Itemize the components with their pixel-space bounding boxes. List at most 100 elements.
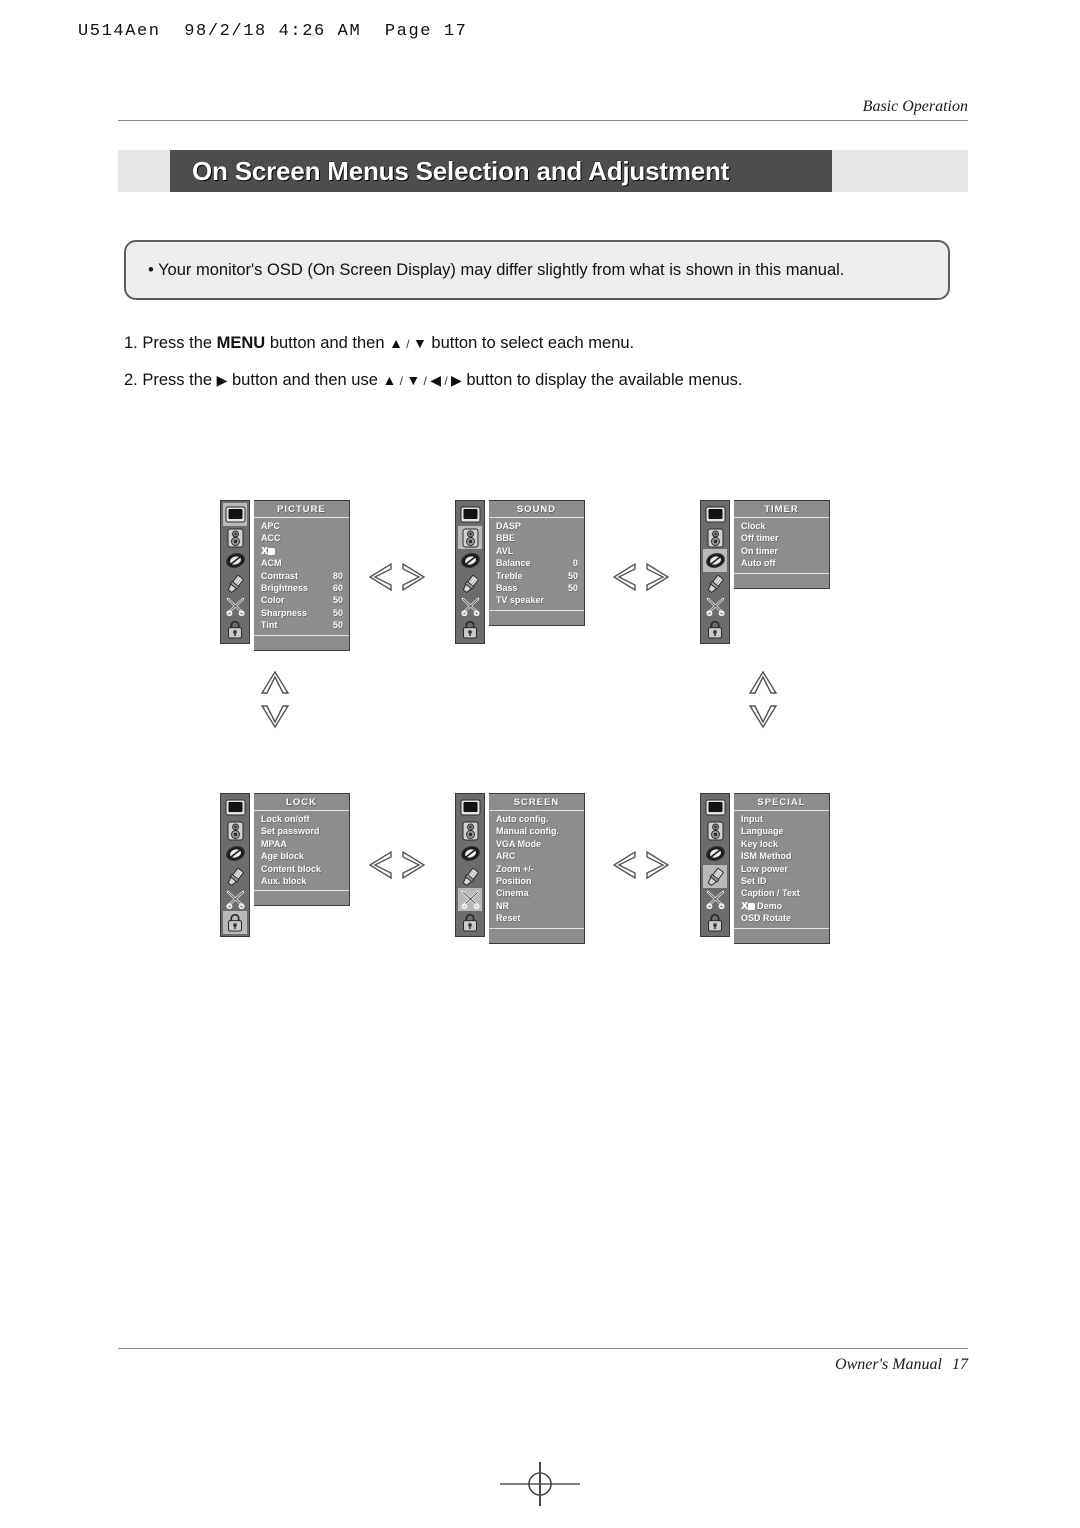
osd-brush-icon[interactable]	[703, 865, 727, 888]
osd-clock-icon[interactable]	[223, 842, 247, 865]
osd-scissors-icon[interactable]	[223, 888, 247, 911]
osd-panel-footer	[489, 609, 584, 625]
osd-menu-item[interactable]: Manual config.	[489, 826, 584, 838]
osd-item-label: Manual config.	[496, 826, 559, 837]
osd-menu-item[interactable]: Caption / Text	[734, 888, 829, 900]
osd-speaker-icon[interactable]	[223, 819, 247, 842]
osd-menu-item[interactable]: TV speaker	[489, 595, 584, 607]
osd-scissors-icon[interactable]	[458, 595, 482, 618]
osd-menu-item[interactable]: Clock	[734, 521, 829, 533]
osd-scissors-icon[interactable]	[703, 595, 727, 618]
osd-menu-screen[interactable]: SCREEN Auto config. Manual config. VGA Mode…	[455, 793, 585, 944]
osd-menu-special[interactable]: SPECIAL Input Language Key lock ISM Method Lo…	[700, 793, 830, 944]
osd-menu-item[interactable]: Low power	[734, 864, 829, 876]
osd-menu-item[interactable]: Cinema	[489, 888, 584, 900]
osd-monitor-icon[interactable]	[223, 503, 247, 526]
osd-menu-item[interactable]: BBE	[489, 533, 584, 545]
osd-item-label: Content block	[261, 863, 321, 874]
osd-menu-picture[interactable]: PICTURE APC ACC X ACM Contrast 80 Brightness 60 C…	[220, 500, 350, 651]
osd-monitor-icon[interactable]	[223, 796, 247, 819]
osd-menu-item[interactable]: Contrast 80	[254, 571, 349, 583]
osd-monitor-icon[interactable]	[703, 503, 727, 526]
osd-menu-item[interactable]: Language	[734, 826, 829, 838]
osd-monitor-icon[interactable]	[703, 796, 727, 819]
osd-menu-item[interactable]: Reset	[489, 913, 584, 925]
osd-menu-item[interactable]: NR	[489, 901, 584, 913]
osd-brush-icon[interactable]	[223, 865, 247, 888]
osd-panel-title: LOCK	[254, 794, 349, 811]
osd-monitor-icon[interactable]	[458, 796, 482, 819]
osd-menu-item[interactable]: Aux. block	[254, 876, 349, 888]
osd-scissors-icon[interactable]	[223, 595, 247, 618]
osd-menu-timer[interactable]: TIMER Clock Off timer On timer Auto off	[700, 500, 830, 644]
osd-menu-item[interactable]: ACC	[254, 533, 349, 545]
osd-padlock-icon[interactable]	[223, 911, 247, 934]
osd-menu-item[interactable]: Balance 0	[489, 558, 584, 570]
osd-clock-icon[interactable]	[703, 842, 727, 865]
osd-menu-item[interactable]: VGA Mode	[489, 839, 584, 851]
osd-item-label: Auto config.	[496, 814, 549, 824]
osd-menu-item[interactable]: Key lock	[734, 839, 829, 851]
osd-menu-item[interactable]: X	[254, 546, 349, 558]
osd-padlock-icon[interactable]	[703, 911, 727, 934]
osd-menu-item[interactable]: On timer	[734, 546, 829, 558]
osd-menu-item[interactable]: Off timer	[734, 533, 829, 545]
osd-speaker-icon[interactable]	[703, 526, 727, 549]
running-head: Basic Operation	[862, 98, 968, 115]
osd-menu-item[interactable]: Input	[734, 814, 829, 826]
osd-menu-item[interactable]: ACM	[254, 558, 349, 570]
osd-menu-item[interactable]: ISM Method	[734, 851, 829, 863]
osd-clock-icon[interactable]	[458, 842, 482, 865]
osd-menu-item[interactable]: OSD Rotate	[734, 913, 829, 925]
osd-menu-item[interactable]: Bass 50	[489, 583, 584, 595]
osd-menu-item[interactable]: MPAA	[254, 839, 349, 851]
osd-item-label: Aux. block	[261, 875, 307, 886]
osd-brush-icon[interactable]	[458, 865, 482, 888]
osd-item-value: 50	[332, 620, 343, 631]
osd-speaker-icon[interactable]	[703, 819, 727, 842]
osd-menu-item[interactable]: X Demo	[734, 901, 829, 913]
registration-mark	[500, 1462, 580, 1506]
osd-menu-item[interactable]: Tint 50	[254, 620, 349, 632]
osd-menu-item[interactable]: Color 50	[254, 595, 349, 607]
osd-menu-item[interactable]: Brightness 60	[254, 583, 349, 595]
osd-menu-item[interactable]: Set ID	[734, 876, 829, 888]
osd-brush-icon[interactable]	[223, 572, 247, 595]
osd-menu-item[interactable]: Zoom +/-	[489, 864, 584, 876]
osd-speaker-icon[interactable]	[458, 819, 482, 842]
osd-menu-item[interactable]: Age block	[254, 851, 349, 863]
osd-menu-item[interactable]: APC	[254, 521, 349, 533]
osd-menu-item[interactable]: Treble 50	[489, 571, 584, 583]
osd-brush-icon[interactable]	[703, 572, 727, 595]
osd-speaker-icon[interactable]	[458, 526, 482, 549]
osd-padlock-icon[interactable]	[458, 911, 482, 934]
step-2-text-c: button to display the available menus.	[461, 371, 743, 389]
osd-clock-icon[interactable]	[458, 549, 482, 572]
step-2-text-b: button and then use	[227, 371, 383, 389]
osd-clock-icon[interactable]	[703, 549, 727, 572]
osd-menu-item[interactable]: DASP	[489, 521, 584, 533]
osd-icon-sidebar	[700, 500, 730, 644]
osd-menu-item[interactable]: AVL	[489, 546, 584, 558]
osd-scissors-icon[interactable]	[458, 888, 482, 911]
osd-padlock-icon[interactable]	[703, 618, 727, 641]
osd-monitor-icon[interactable]	[458, 503, 482, 526]
osd-brush-icon[interactable]	[458, 572, 482, 595]
osd-panel-title: SPECIAL	[734, 794, 829, 811]
osd-clock-icon[interactable]	[223, 549, 247, 572]
osd-scissors-icon[interactable]	[703, 888, 727, 911]
osd-menu-item[interactable]: Set password	[254, 826, 349, 838]
osd-padlock-icon[interactable]	[223, 618, 247, 641]
osd-menu-sound[interactable]: SOUND DASP BBE AVL Balance 0 Treble 50 Bass 50 TV …	[455, 500, 585, 644]
osd-menu-item[interactable]: Content block	[254, 864, 349, 876]
osd-menu-item[interactable]: Position	[489, 876, 584, 888]
osd-menu-item[interactable]: Auto off	[734, 558, 829, 570]
osd-menu-item[interactable]: ARC	[489, 851, 584, 863]
osd-menu-item[interactable]: Sharpness 50	[254, 608, 349, 620]
osd-padlock-icon[interactable]	[458, 618, 482, 641]
osd-item-label: On timer	[741, 545, 779, 556]
osd-menu-item[interactable]: Auto config.	[489, 814, 584, 826]
osd-speaker-icon[interactable]	[223, 526, 247, 549]
osd-menu-item[interactable]: Lock on/off	[254, 814, 349, 826]
osd-menu-lock[interactable]: LOCK Lock on/off Set password MPAA Age block…	[220, 793, 350, 937]
